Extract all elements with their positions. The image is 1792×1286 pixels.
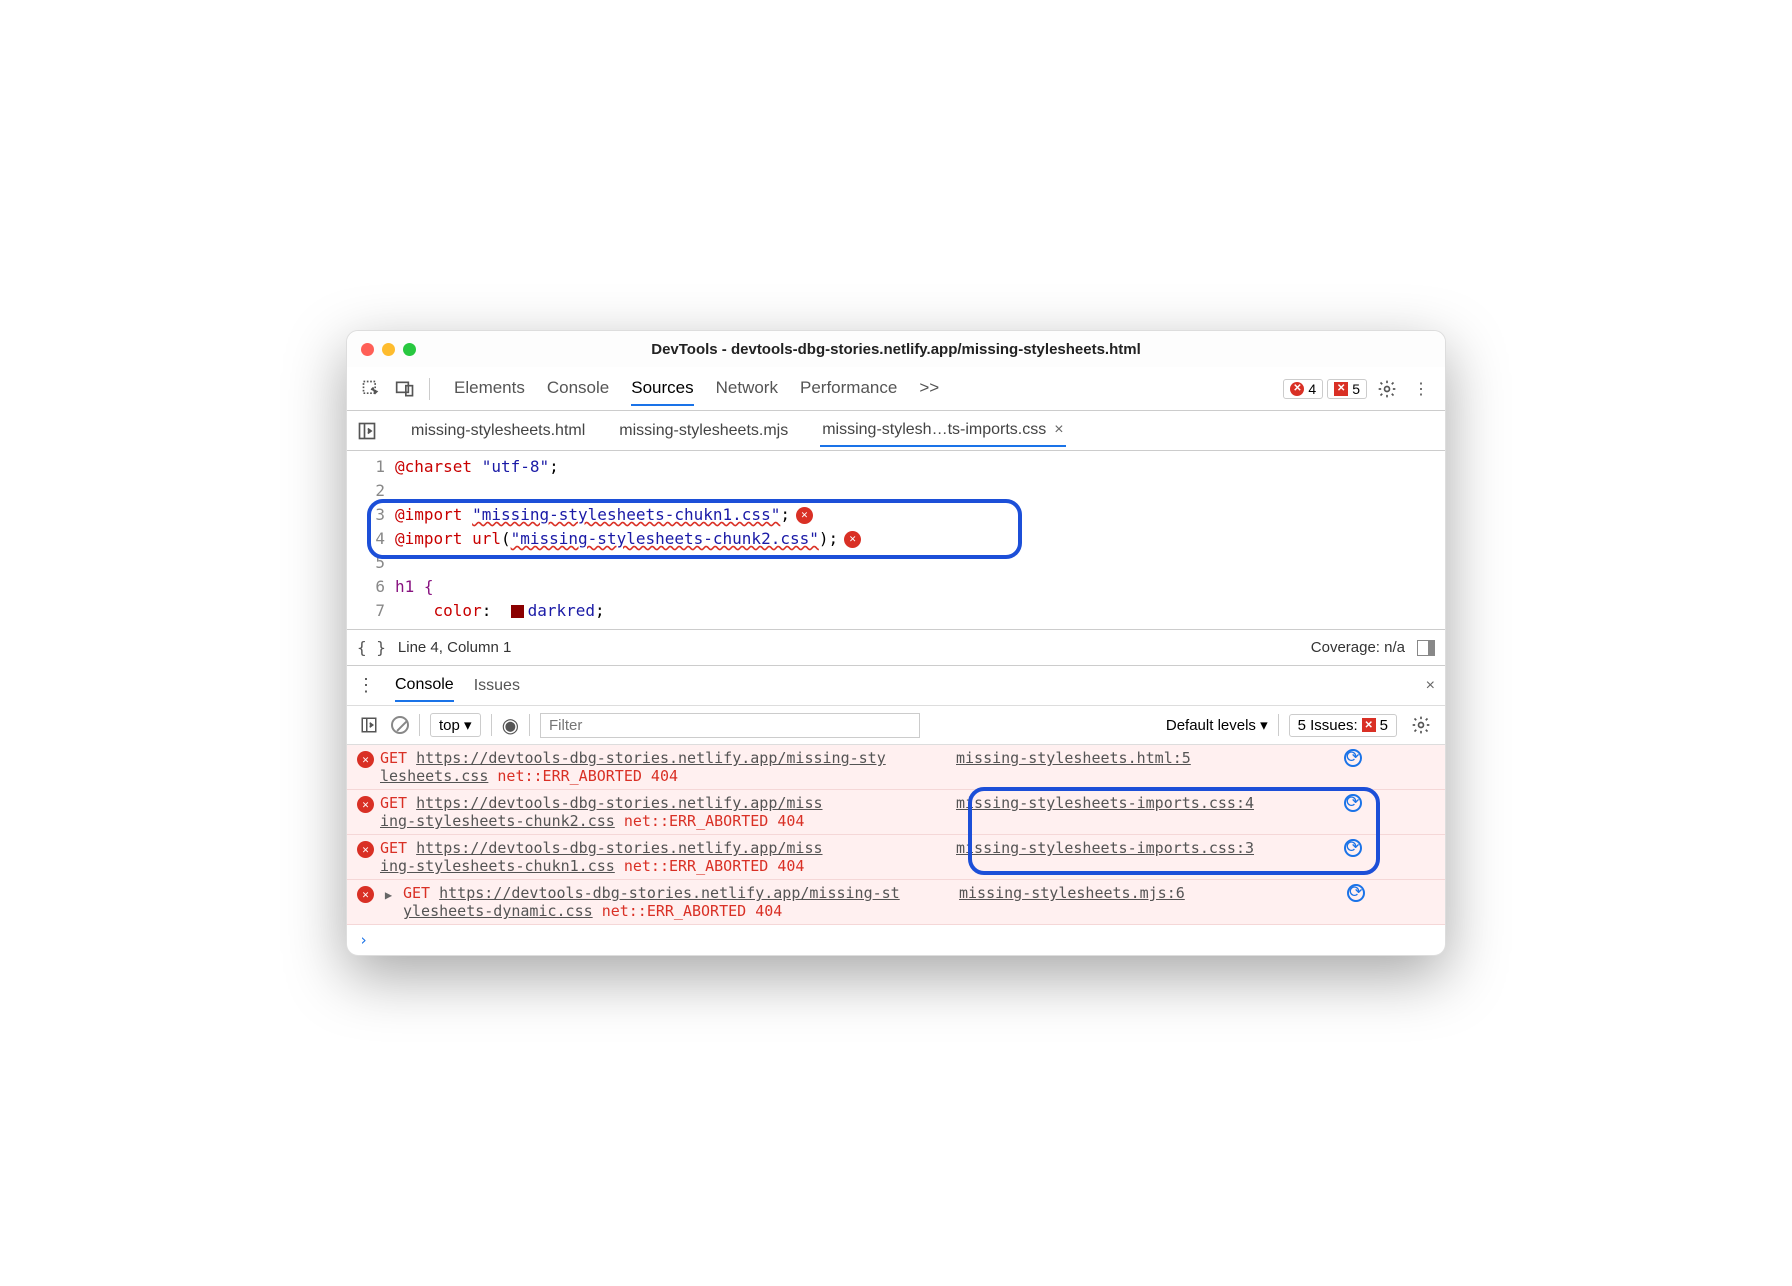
window-title: DevTools - devtools-dbg-stories.netlify.…: [347, 341, 1445, 358]
panel-tabs: Elements Console Sources Network Perform…: [454, 372, 939, 406]
drawer-tab-issues[interactable]: Issues: [474, 671, 520, 701]
execution-context-select[interactable]: top ▾: [430, 713, 481, 737]
color-swatch[interactable]: [511, 605, 524, 618]
log-url-link[interactable]: https://devtools-dbg-stories.netlify.app…: [416, 749, 886, 767]
issues-badge[interactable]: ✕5: [1327, 379, 1367, 399]
log-url-link[interactable]: ing-stylesheets-chukn1.css: [380, 857, 615, 875]
drawer-menu-icon[interactable]: ⋮: [357, 675, 375, 696]
line-gutter: 1 2 3 4 5 6 7: [347, 455, 395, 623]
devtools-window: DevTools - devtools-dbg-stories.netlify.…: [346, 330, 1446, 956]
file-tab-mjs[interactable]: missing-stylesheets.mjs: [617, 416, 790, 446]
log-url-link[interactable]: https://devtools-dbg-stories.netlify.app…: [439, 884, 900, 902]
replay-xhr-icon[interactable]: [1344, 794, 1362, 812]
source-link[interactable]: missing-stylesheets-imports.css:4: [956, 794, 1254, 812]
error-icon: ✕: [1290, 382, 1304, 396]
console-error-row[interactable]: ✕ GET https://devtools-dbg-stories.netli…: [347, 790, 1445, 835]
drawer-tabs: ⋮ Console Issues ×: [347, 665, 1445, 705]
error-marker-icon[interactable]: ✕: [796, 507, 813, 524]
console-error-row[interactable]: ✕ ▶ GET https://devtools-dbg-stories.net…: [347, 880, 1445, 925]
console-toolbar: top ▾ ◉ Default levels ▾ 5 Issues: ✕ 5: [347, 705, 1445, 745]
error-icon: ✕: [357, 841, 374, 858]
log-url-link[interactable]: ylesheets-dynamic.css: [403, 902, 593, 920]
code-content[interactable]: @charset "utf-8"; @import "missing-style…: [395, 455, 1445, 623]
issues-counter-button[interactable]: 5 Issues: ✕ 5: [1289, 714, 1397, 737]
settings-icon[interactable]: [1373, 375, 1401, 403]
file-tabs: missing-stylesheets.html missing-stylesh…: [347, 411, 1445, 451]
replay-xhr-icon[interactable]: [1344, 839, 1362, 857]
file-tab-html[interactable]: missing-stylesheets.html: [409, 416, 587, 446]
console-sidebar-toggle-icon[interactable]: [357, 716, 381, 734]
sidebar-toggle-icon[interactable]: [1417, 640, 1435, 656]
source-link[interactable]: missing-stylesheets.html:5: [956, 749, 1191, 767]
tab-console[interactable]: Console: [547, 372, 609, 406]
file-tab-css[interactable]: missing-stylesh…ts-imports.css ×: [820, 415, 1065, 447]
console-settings-icon[interactable]: [1407, 711, 1435, 739]
console-messages: ✕ GET https://devtools-dbg-stories.netli…: [347, 745, 1445, 955]
console-error-row[interactable]: ✕ GET https://devtools-dbg-stories.netli…: [347, 835, 1445, 880]
tab-elements[interactable]: Elements: [454, 372, 525, 406]
pretty-print-icon[interactable]: { }: [357, 638, 386, 657]
errors-badge[interactable]: ✕4: [1283, 379, 1323, 399]
issue-icon: ✕: [1362, 718, 1376, 732]
log-url-link[interactable]: https://devtools-dbg-stories.netlify.app…: [416, 794, 822, 812]
expand-icon[interactable]: ▶: [380, 886, 397, 903]
close-drawer-icon[interactable]: ×: [1426, 677, 1435, 695]
tab-performance[interactable]: Performance: [800, 372, 897, 406]
log-message: GET https://devtools-dbg-stories.netlify…: [380, 749, 950, 785]
inspect-element-icon[interactable]: [357, 375, 385, 403]
navigator-toggle-icon[interactable]: [355, 421, 379, 441]
error-marker-icon[interactable]: ✕: [844, 531, 861, 548]
coverage-status: Coverage: n/a: [1311, 639, 1405, 656]
log-url-link[interactable]: https://devtools-dbg-stories.netlify.app…: [416, 839, 822, 857]
kebab-menu-icon[interactable]: ⋮: [1407, 375, 1435, 403]
source-editor[interactable]: 1 2 3 4 5 6 7 @charset "utf-8"; @import …: [347, 451, 1445, 629]
error-badges: ✕4 ✕5: [1283, 379, 1367, 399]
editor-status-bar: { } Line 4, Column 1 Coverage: n/a: [347, 629, 1445, 665]
live-expression-icon[interactable]: ◉: [502, 713, 519, 738]
close-tab-icon[interactable]: ×: [1054, 421, 1063, 439]
error-icon: ✕: [357, 796, 374, 813]
replay-xhr-icon[interactable]: [1344, 749, 1362, 767]
replay-xhr-icon[interactable]: [1347, 884, 1365, 902]
tab-network[interactable]: Network: [716, 372, 778, 406]
clear-console-icon[interactable]: [391, 716, 409, 734]
titlebar: DevTools - devtools-dbg-stories.netlify.…: [347, 331, 1445, 367]
log-message: GET https://devtools-dbg-stories.netlify…: [380, 794, 950, 830]
cursor-position: Line 4, Column 1: [398, 639, 511, 656]
log-message: GET https://devtools-dbg-stories.netlify…: [403, 884, 953, 920]
error-icon: ✕: [357, 751, 374, 768]
issue-icon: ✕: [1334, 382, 1348, 396]
source-link[interactable]: missing-stylesheets.mjs:6: [959, 884, 1185, 902]
log-message: GET https://devtools-dbg-stories.netlify…: [380, 839, 950, 875]
log-levels-select[interactable]: Default levels ▾: [1166, 716, 1268, 734]
error-icon: ✕: [357, 886, 374, 903]
console-error-row[interactable]: ✕ GET https://devtools-dbg-stories.netli…: [347, 745, 1445, 790]
device-toolbar-icon[interactable]: [391, 375, 419, 403]
console-filter-input[interactable]: [540, 713, 920, 738]
drawer-tab-console[interactable]: Console: [395, 670, 454, 702]
log-url-link[interactable]: lesheets.css: [380, 767, 488, 785]
log-url-link[interactable]: ing-stylesheets-chunk2.css: [380, 812, 615, 830]
console-prompt[interactable]: ›: [347, 925, 1445, 955]
tab-overflow[interactable]: >>: [919, 372, 939, 406]
main-toolbar: Elements Console Sources Network Perform…: [347, 367, 1445, 411]
divider: [429, 378, 430, 400]
source-link[interactable]: missing-stylesheets-imports.css:3: [956, 839, 1254, 857]
tab-sources[interactable]: Sources: [631, 372, 693, 406]
